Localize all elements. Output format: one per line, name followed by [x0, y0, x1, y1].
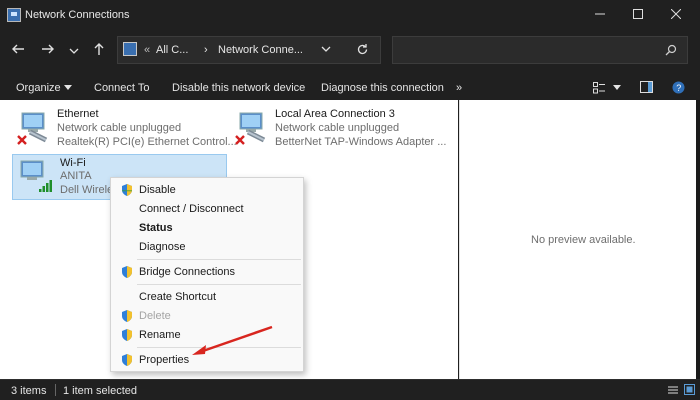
- refresh-button[interactable]: [356, 43, 370, 57]
- view-options-icon: [593, 82, 605, 94]
- menu-item-label: Create Shortcut: [139, 291, 217, 303]
- organize-button[interactable]: Organize: [16, 82, 72, 94]
- connection-adapter: Dell Wirele: [60, 184, 114, 196]
- address-bar[interactable]: « All C... › Network Conne...: [117, 36, 381, 64]
- menu-item-label: Diagnose: [139, 241, 186, 253]
- command-toolbar: Organize Connect To Disable this network…: [0, 76, 700, 100]
- connection-status: Network cable unplugged: [275, 122, 400, 134]
- window-title: Network Connections: [25, 9, 130, 21]
- menu-separator: [137, 284, 301, 285]
- help-button[interactable]: ?: [672, 81, 686, 95]
- red-x-icon: [17, 135, 27, 145]
- uac-shield-icon: [122, 266, 132, 278]
- connect-to-button[interactable]: Connect To: [94, 82, 149, 94]
- menu-item-status[interactable]: Status: [111, 219, 303, 237]
- up-button[interactable]: [90, 42, 108, 60]
- address-dropdown-button[interactable]: [321, 42, 333, 56]
- chevron-down-icon: [69, 48, 79, 54]
- menu-item-create-shortcut[interactable]: Create Shortcut: [111, 288, 303, 306]
- recent-locations-button[interactable]: [65, 42, 83, 60]
- title-bar: Network Connections: [0, 0, 700, 30]
- search-icon: [665, 44, 677, 56]
- breadcrumb-overflow[interactable]: «: [144, 44, 150, 56]
- menu-item-label: Bridge Connections: [139, 266, 236, 278]
- breadcrumb-network-connections[interactable]: Network Conne...: [218, 44, 303, 56]
- network-adapter-icon: [17, 112, 48, 145]
- uac-shield-icon: [122, 184, 132, 196]
- arrow-right-icon: [42, 44, 54, 54]
- connection-adapter: Realtek(R) PCI(e) Ethernet Control...: [57, 136, 237, 148]
- diagnose-connection-button[interactable]: Diagnose this connection: [321, 82, 444, 94]
- menu-item-label: Properties: [139, 354, 190, 366]
- disable-device-button[interactable]: Disable this network device: [172, 82, 305, 94]
- menu-item-label: Connect / Disconnect: [139, 203, 244, 215]
- red-arrow-annotation: [192, 325, 273, 355]
- close-button[interactable]: [664, 6, 688, 24]
- menu-item-diagnose[interactable]: Diagnose: [111, 238, 303, 256]
- forward-button[interactable]: [39, 42, 57, 60]
- breadcrumb-all-control-panel[interactable]: All C...: [156, 44, 188, 56]
- window-edge: [696, 100, 700, 379]
- status-separator: [55, 384, 56, 396]
- wireless-adapter-icon: [20, 160, 52, 192]
- search-input[interactable]: [392, 36, 688, 64]
- connection-ssid: ANITA: [60, 170, 92, 182]
- menu-separator: [137, 259, 301, 260]
- menu-item-bridge-connections[interactable]: Bridge Connections: [111, 263, 303, 281]
- more-commands-button[interactable]: »: [456, 82, 462, 94]
- help-icon: ?: [672, 81, 685, 94]
- change-view-button[interactable]: [593, 82, 623, 96]
- uac-shield-icon: [122, 329, 132, 341]
- connection-item-local-area-connection-3[interactable]: Local Area Connection 3 Network cable un…: [228, 106, 448, 152]
- uac-shield-icon: [122, 354, 132, 366]
- back-button[interactable]: [9, 42, 27, 60]
- menu-item-label: Delete: [139, 310, 171, 322]
- menu-item-connect-disconnect[interactable]: Connect / Disconnect: [111, 200, 303, 218]
- refresh-icon: [357, 44, 368, 55]
- menu-item-label: Status: [139, 222, 173, 234]
- arrow-left-icon: [12, 44, 24, 54]
- connection-adapter: BetterNet TAP-Windows Adapter ...: [275, 136, 447, 148]
- maximize-icon: [633, 9, 643, 19]
- uac-shield-icon: [122, 310, 132, 322]
- connection-item-ethernet[interactable]: Ethernet Network cable unplugged Realtek…: [10, 106, 237, 152]
- minimize-button[interactable]: [588, 6, 612, 24]
- connection-name: Ethernet: [57, 108, 99, 120]
- large-icons-view-icon: [684, 384, 695, 395]
- breadcrumb-separator: ›: [204, 44, 208, 56]
- connection-name: Wi-Fi: [60, 157, 86, 169]
- network-adapter-icon: [235, 112, 266, 145]
- network-connections-app-icon: [7, 8, 21, 22]
- status-bar: 3 items 1 item selected: [0, 379, 700, 400]
- large-icons-view-button[interactable]: [684, 384, 695, 398]
- menu-item-label: Rename: [139, 329, 181, 341]
- svg-text:?: ?: [676, 83, 681, 93]
- menu-item-disable[interactable]: Disable: [111, 181, 303, 199]
- menu-item-label: Disable: [139, 184, 176, 196]
- dropdown-caret-icon: [63, 85, 72, 90]
- maximize-button[interactable]: [626, 6, 650, 24]
- item-count: 3 items: [11, 385, 47, 397]
- preview-pane: No preview available.: [459, 100, 700, 379]
- preview-pane-button[interactable]: [640, 81, 654, 95]
- details-view-button[interactable]: [668, 385, 678, 398]
- connection-status: Network cable unplugged: [57, 122, 182, 134]
- arrow-up-icon: [94, 43, 104, 55]
- preview-empty-text: No preview available.: [531, 234, 636, 246]
- minimize-icon: [595, 13, 605, 15]
- control-panel-icon: [123, 42, 137, 56]
- dropdown-caret-icon: [613, 85, 621, 90]
- preview-pane-icon: [640, 81, 653, 93]
- signal-bars-icon: [39, 180, 52, 192]
- chevron-down-icon: [321, 46, 331, 52]
- details-view-icon: [668, 386, 678, 394]
- selected-count: 1 item selected: [63, 385, 137, 397]
- red-x-icon: [235, 135, 245, 145]
- connection-name: Local Area Connection 3: [275, 108, 395, 120]
- close-icon: [670, 8, 682, 20]
- organize-label: Organize: [16, 82, 61, 94]
